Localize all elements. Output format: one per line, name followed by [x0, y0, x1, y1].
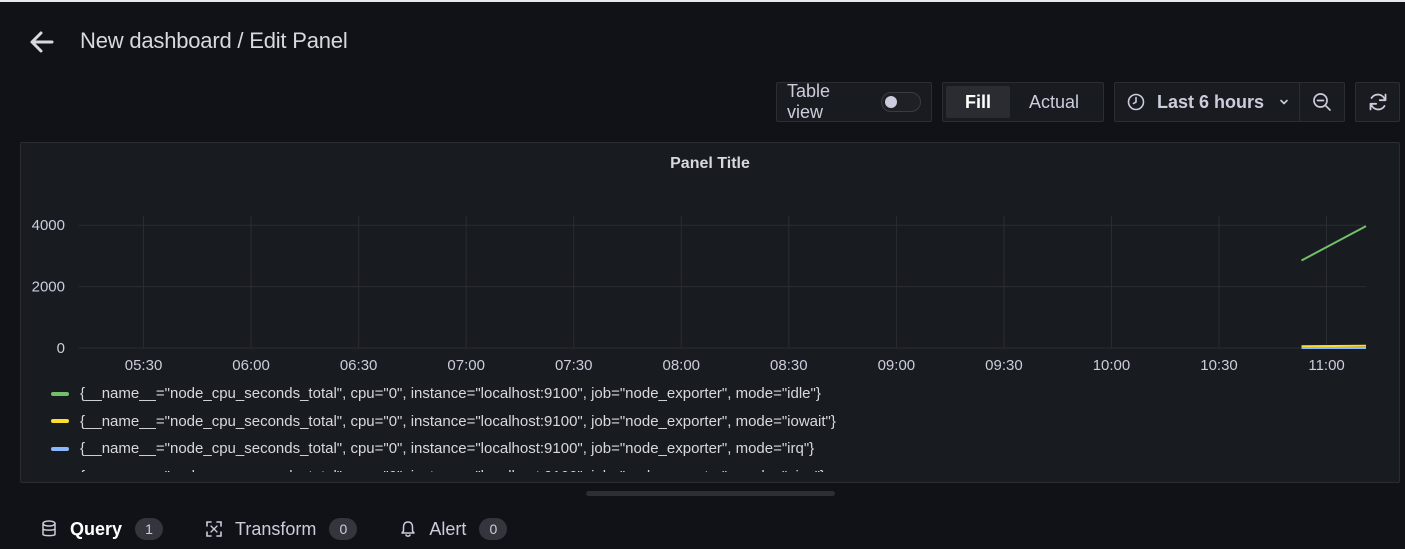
series-line-1 — [1301, 344, 1367, 348]
x-tick-label: 08:30 — [770, 357, 808, 374]
x-tick-label: 10:00 — [1093, 357, 1131, 374]
x-tick-label: 05:30 — [125, 357, 163, 374]
tab-query[interactable]: Query 1 — [40, 518, 164, 540]
fill-button[interactable]: Fill — [946, 86, 1010, 118]
legend-label: {__name__="node_cpu_seconds_total", cpu=… — [80, 412, 836, 430]
x-tick-label: 08:00 — [662, 357, 700, 374]
y-tick-label: 4000 — [32, 217, 65, 234]
database-icon — [40, 520, 58, 538]
fill-actual-group: Fill Actual — [942, 82, 1104, 122]
table-view-label: Table view — [787, 81, 831, 122]
chart-legend: {__name__="node_cpu_seconds_total", cpu=… — [51, 380, 1381, 472]
page-title: New dashboard / Edit Panel — [80, 28, 348, 53]
legend-swatch — [51, 391, 69, 396]
back-button[interactable] — [26, 26, 58, 58]
tab-count-badge: 0 — [479, 518, 508, 540]
zoom-out-icon — [1313, 93, 1331, 111]
editor-tabs: Query 1 Transform 0 Alert 0 — [40, 518, 549, 540]
tab-label: Query — [70, 518, 123, 539]
x-tick-label: 06:00 — [232, 357, 270, 374]
tab-transform[interactable]: Transform 0 — [205, 518, 358, 540]
x-tick-label: 09:00 — [878, 357, 916, 374]
tab-count-badge: 1 — [135, 518, 164, 540]
legend-swatch — [51, 419, 69, 424]
x-tick-label: 06:30 — [340, 357, 378, 374]
transform-icon — [205, 520, 223, 538]
toggle-knob — [885, 96, 898, 108]
legend-label: {__name__="node_cpu_seconds_total", cpu=… — [80, 468, 825, 472]
window-top-border — [0, 0, 1405, 2]
x-tick-label: 09:30 — [985, 357, 1023, 374]
legend-item[interactable]: {__name__="node_cpu_seconds_total", cpu=… — [51, 408, 1381, 436]
y-tick-label: 0 — [57, 340, 65, 357]
tab-label: Transform — [235, 518, 317, 539]
time-range-picker[interactable]: Last 6 hours — [1115, 83, 1301, 121]
zoom-out-button[interactable] — [1300, 83, 1344, 121]
x-tick-label: 07:00 — [447, 357, 485, 374]
tab-label: Alert — [429, 518, 467, 539]
series-line-0 — [1301, 225, 1367, 262]
refresh-icon — [1369, 93, 1386, 111]
clock-icon — [1127, 93, 1145, 111]
time-picker-group: Last 6 hours — [1114, 82, 1345, 122]
time-series-chart: 05:30 06:00 06:30 07:00 07:30 08:00 08:30 09:00… — [32, 216, 1367, 374]
legend-swatch — [51, 446, 69, 451]
table-view-toggle[interactable] — [881, 92, 921, 112]
table-view-control: Table view — [776, 81, 932, 122]
panel-resize-handle[interactable] — [586, 491, 835, 496]
bell-icon — [399, 520, 417, 538]
x-tick-label: 07:30 — [555, 357, 593, 374]
legend-label: {__name__="node_cpu_seconds_total", cpu=… — [80, 440, 815, 458]
x-tick-label: 10:30 — [1200, 357, 1238, 374]
panel-preview: Panel Title 05:30 06:00 06:30 07:00 07:30 08:… — [20, 142, 1400, 483]
arrow-left-icon — [30, 31, 54, 53]
y-tick-label: 2000 — [32, 279, 65, 296]
actual-button[interactable]: Actual — [1010, 86, 1098, 118]
refresh-button[interactable] — [1355, 82, 1400, 122]
time-range-label: Last 6 hours — [1157, 91, 1265, 112]
legend-label: {__name__="node_cpu_seconds_total", cpu=… — [80, 385, 821, 403]
legend-item[interactable]: {__name__="node_cpu_seconds_total", cpu=… — [51, 380, 1381, 408]
legend-item[interactable]: {__name__="node_cpu_seconds_total", cpu=… — [51, 463, 1381, 472]
legend-item[interactable]: {__name__="node_cpu_seconds_total", cpu=… — [51, 435, 1381, 463]
tab-alert[interactable]: Alert 0 — [399, 518, 508, 540]
chevron-down-icon — [1280, 99, 1288, 105]
x-tick-label: 11:00 — [1308, 357, 1344, 374]
tab-count-badge: 0 — [329, 518, 358, 540]
